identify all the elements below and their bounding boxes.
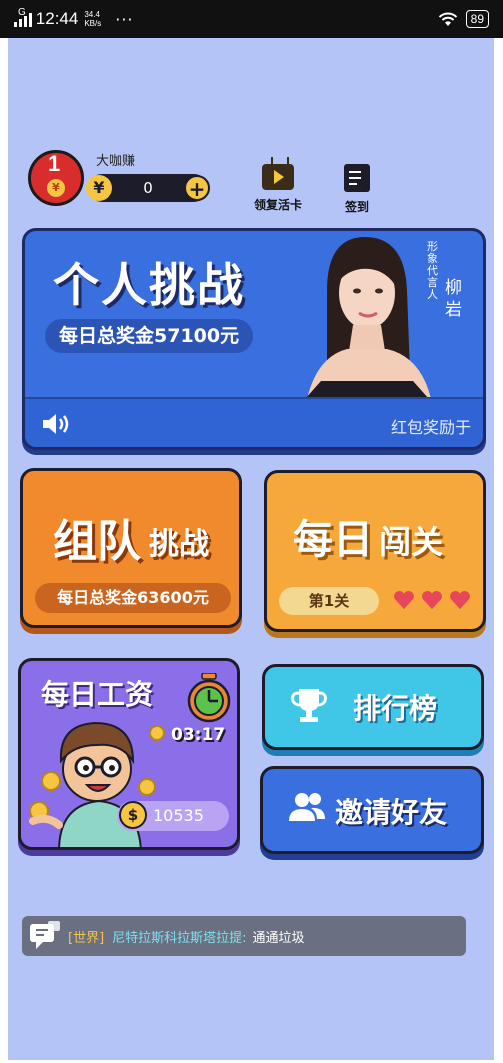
checkin-label: 签到 <box>344 200 369 214</box>
team-challenge-card[interactable]: 组队 挑战 每日总奖金63600元 <box>20 468 242 628</box>
heart-icon <box>450 590 470 610</box>
checkin-button[interactable]: 签到 <box>344 164 370 215</box>
users-icon <box>289 793 325 821</box>
status-time: 12:44 <box>35 9 79 28</box>
more-icon: ··· <box>115 9 134 29</box>
daily-level-card[interactable]: 每日 闯关 第1关 <box>264 470 486 632</box>
coin-balance: 0 <box>143 179 153 197</box>
personal-challenge-title: 个人挑战 <box>53 258 245 312</box>
level-pill: 第1关 <box>279 587 379 615</box>
daily-title-big: 每日 <box>293 517 373 563</box>
daily-title-small: 闯关 <box>379 523 444 561</box>
edit-note-icon <box>344 164 370 192</box>
speed-value: 34.4 <box>84 10 100 19</box>
lives-hearts <box>393 589 471 611</box>
speaker-icon[interactable] <box>41 411 71 437</box>
personal-challenge-card[interactable]: 个人挑战 每日总奖金57100元 形象代言人 柳岩 红包奖励于 <box>22 228 486 450</box>
leaderboard-button[interactable]: 排行榜 <box>262 664 484 750</box>
status-left: G 12:44 34.4 KB/s ··· <box>14 6 134 29</box>
rank-medal-icon[interactable]: 1 ¥ <box>28 150 84 206</box>
username: 大咖赚 <box>96 154 136 169</box>
announcement-bar: 红包奖励于 <box>25 397 483 447</box>
world-chat-bar[interactable]: [世界] 尼特拉斯科拉斯塔拉提: 通通垃圾 <box>22 916 466 956</box>
team-title-big: 组队 <box>53 516 141 567</box>
ambassador-tag: 形象代言人 <box>427 240 438 301</box>
chat-bubble-icon <box>30 921 60 949</box>
status-bar: G 12:44 34.4 KB/s ··· 89 <box>0 0 503 38</box>
daily-wage-card[interactable]: 每日工资 03:17 $ 10535 <box>18 658 240 850</box>
network-speed: 34.4 KB/s <box>84 10 101 28</box>
yen-coin-icon: ¥ <box>47 179 65 197</box>
chat-channel: [世界] <box>68 930 105 946</box>
chat-message: 通通垃圾 <box>252 930 305 946</box>
status-right: 89 <box>438 10 489 28</box>
ambassador-name: 柳岩 <box>445 278 462 320</box>
tv-play-icon <box>262 164 294 190</box>
heart-icon <box>422 590 442 610</box>
chat-username: 尼特拉斯科拉斯塔拉提: <box>112 930 247 946</box>
wifi-icon <box>438 12 457 26</box>
team-prize-pill: 每日总奖金63600元 <box>35 583 231 613</box>
wage-timer: 03:17 <box>171 725 226 745</box>
rank-number: 1 <box>48 151 61 176</box>
personal-prize-pill: 每日总奖金57100元 <box>45 319 254 353</box>
trophy-icon <box>291 689 327 722</box>
battery-indicator: 89 <box>465 10 489 28</box>
heart-icon <box>394 590 414 610</box>
coin-balance-bar: ¥ 0 + <box>86 174 210 202</box>
stopwatch-icon <box>187 673 231 723</box>
revive-card-button[interactable]: 领复活卡 <box>254 164 302 213</box>
revive-card-label: 领复活卡 <box>254 198 303 212</box>
speed-unit: KB/s <box>84 19 102 28</box>
invite-label: 邀请好友 <box>335 796 448 829</box>
ambassador-portrait <box>305 237 431 399</box>
yen-icon: ¥ <box>86 175 112 201</box>
team-title-small: 挑战 <box>149 527 209 562</box>
invite-friends-button[interactable]: 邀请好友 <box>260 766 484 854</box>
app-screen: 1 ¥ 大咖赚 ¥ 0 + 领复活卡 签到 个人挑战 每日总奖金57100元 形… <box>8 38 494 1060</box>
dollar-coin-icon: $ <box>119 801 147 829</box>
wage-amount: 10535 <box>153 806 204 825</box>
network-type: G <box>18 6 26 18</box>
leaderboard-label: 排行榜 <box>353 692 438 725</box>
add-coins-button[interactable]: + <box>184 175 210 201</box>
announcement-text: 红包奖励于 <box>390 418 471 437</box>
